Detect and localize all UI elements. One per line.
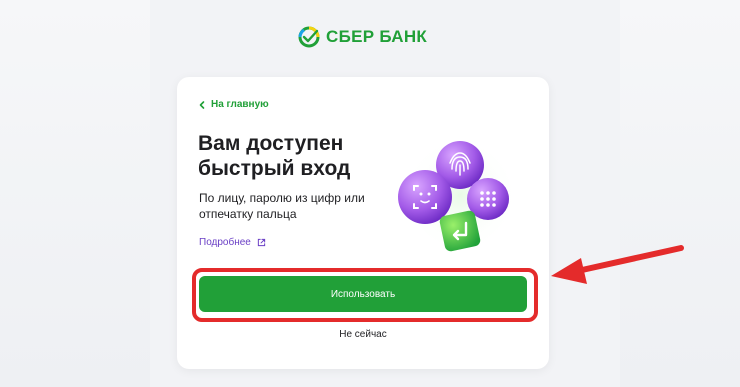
page-subtitle: По лицу, паролю из цифр или отпечатку па…: [199, 191, 365, 221]
enter-key-icon: [439, 210, 481, 252]
more-info-link[interactable]: Подробнее: [199, 237, 266, 248]
use-button[interactable]: Использовать: [199, 276, 527, 312]
background-left-panel: [0, 0, 150, 387]
biometric-illustration: [398, 137, 518, 253]
face-id-icon: [398, 170, 452, 224]
sber-logo: СБЕР БАНК: [298, 24, 427, 50]
quick-login-card: На главную Вам доступен быстрый вход По …: [177, 77, 549, 369]
pointer-arrow-icon: [551, 245, 684, 284]
page-title: Вам доступен быстрый вход: [198, 132, 351, 180]
back-to-main-link[interactable]: На главную: [197, 99, 269, 110]
not-now-link[interactable]: Не сейчас: [177, 329, 549, 340]
brand-name: СБЕР БАНК: [326, 27, 428, 46]
external-link-icon: [257, 238, 266, 247]
background-right-panel: [620, 0, 740, 387]
chevron-left-icon: [199, 100, 205, 109]
sber-logo-icon: [298, 26, 320, 48]
more-link-label: Подробнее: [199, 237, 251, 248]
back-link-label: На главную: [211, 99, 269, 110]
